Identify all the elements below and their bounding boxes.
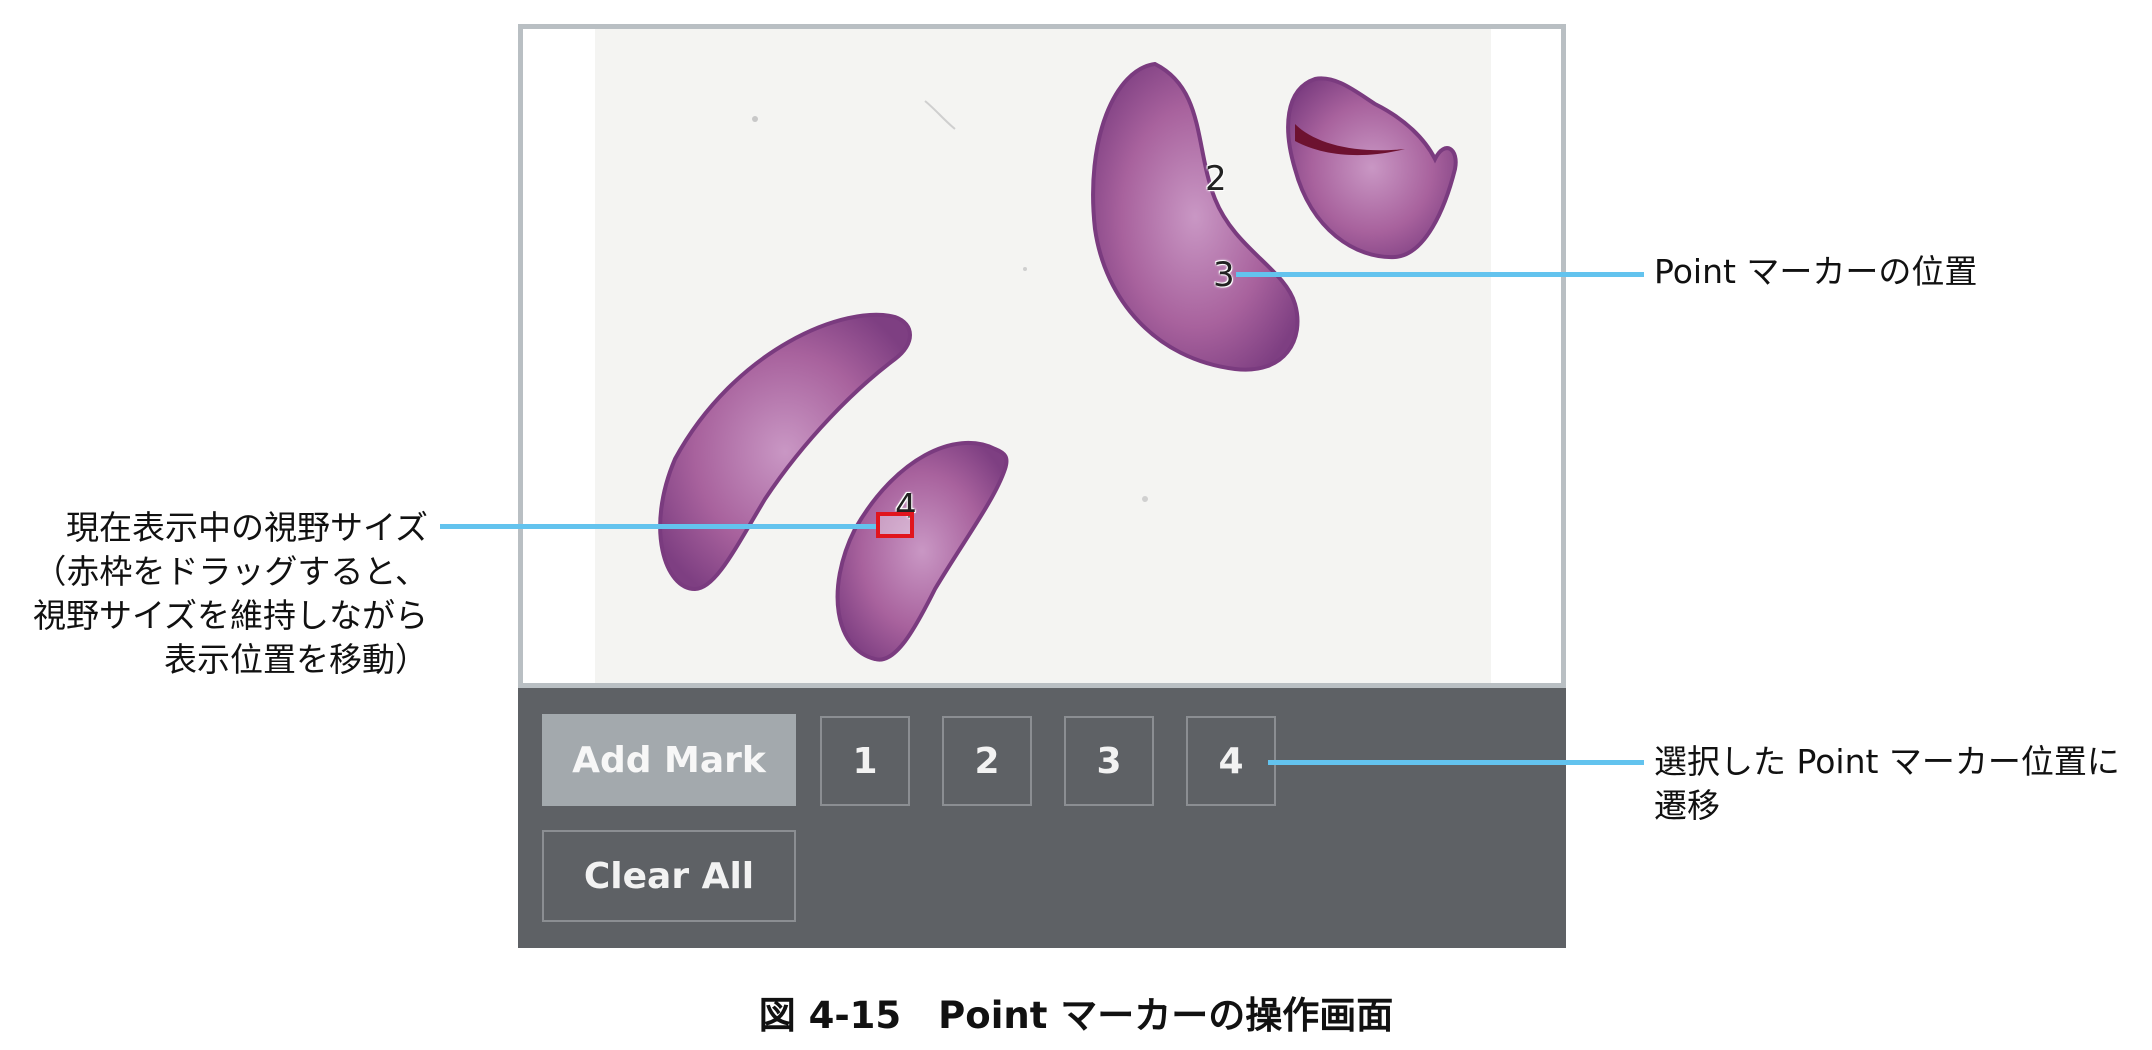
slide-viewer[interactable]: 2 3 4 <box>518 24 1566 688</box>
callout-point-buttons-description: 選択した Point マーカー位置に 遷移 <box>1654 740 2144 828</box>
tissue-section-lower <box>835 440 1009 662</box>
add-mark-button[interactable]: Add Mark <box>542 714 796 806</box>
callout-marker-position: Point マーカーの位置 <box>1654 252 1978 291</box>
point-marker-3[interactable]: 3 <box>1213 255 1235 295</box>
marker-control-panel: Add Mark 1 2 3 4 Clear All <box>518 688 1566 948</box>
point-marker-2[interactable]: 2 <box>1205 159 1227 199</box>
point-3-button[interactable]: 3 <box>1064 716 1154 806</box>
callout-viewport-line-1: 現在表示中の視野サイズ <box>65 508 428 547</box>
tissue-section-upper <box>1091 61 1300 372</box>
slide-thumbnail[interactable]: 2 3 4 <box>595 29 1491 683</box>
clear-all-button[interactable]: Clear All <box>542 830 796 922</box>
current-view-box[interactable] <box>876 512 914 538</box>
point-1-button[interactable]: 1 <box>820 716 910 806</box>
callout-viewport-line-4: 表示位置を移動） <box>164 640 428 679</box>
callout-viewport-line-3: 視野サイズを維持しながら <box>32 596 428 635</box>
callout-viewport-description: 現在表示中の視野サイズ （赤枠をドラッグすると、 視野サイズを維持しながら 表示… <box>0 506 428 682</box>
callout-line-marker-position <box>1236 272 1644 277</box>
callout-viewport-line-2: （赤枠をドラッグすると、 <box>33 552 428 591</box>
callout-point-buttons-line-2: 遷移 <box>1654 786 1720 825</box>
point-2-button[interactable]: 2 <box>942 716 1032 806</box>
tissue-section-right <box>1286 76 1458 260</box>
callout-line-viewport <box>440 524 876 529</box>
figure-caption: 図 4-15 Point マーカーの操作画面 <box>758 994 1394 1037</box>
callout-point-buttons-line-1: 選択した Point マーカー位置に <box>1654 742 2120 781</box>
point-4-button[interactable]: 4 <box>1186 716 1276 806</box>
tissue-sections <box>658 61 1458 662</box>
callout-line-point-buttons <box>1268 760 1644 765</box>
